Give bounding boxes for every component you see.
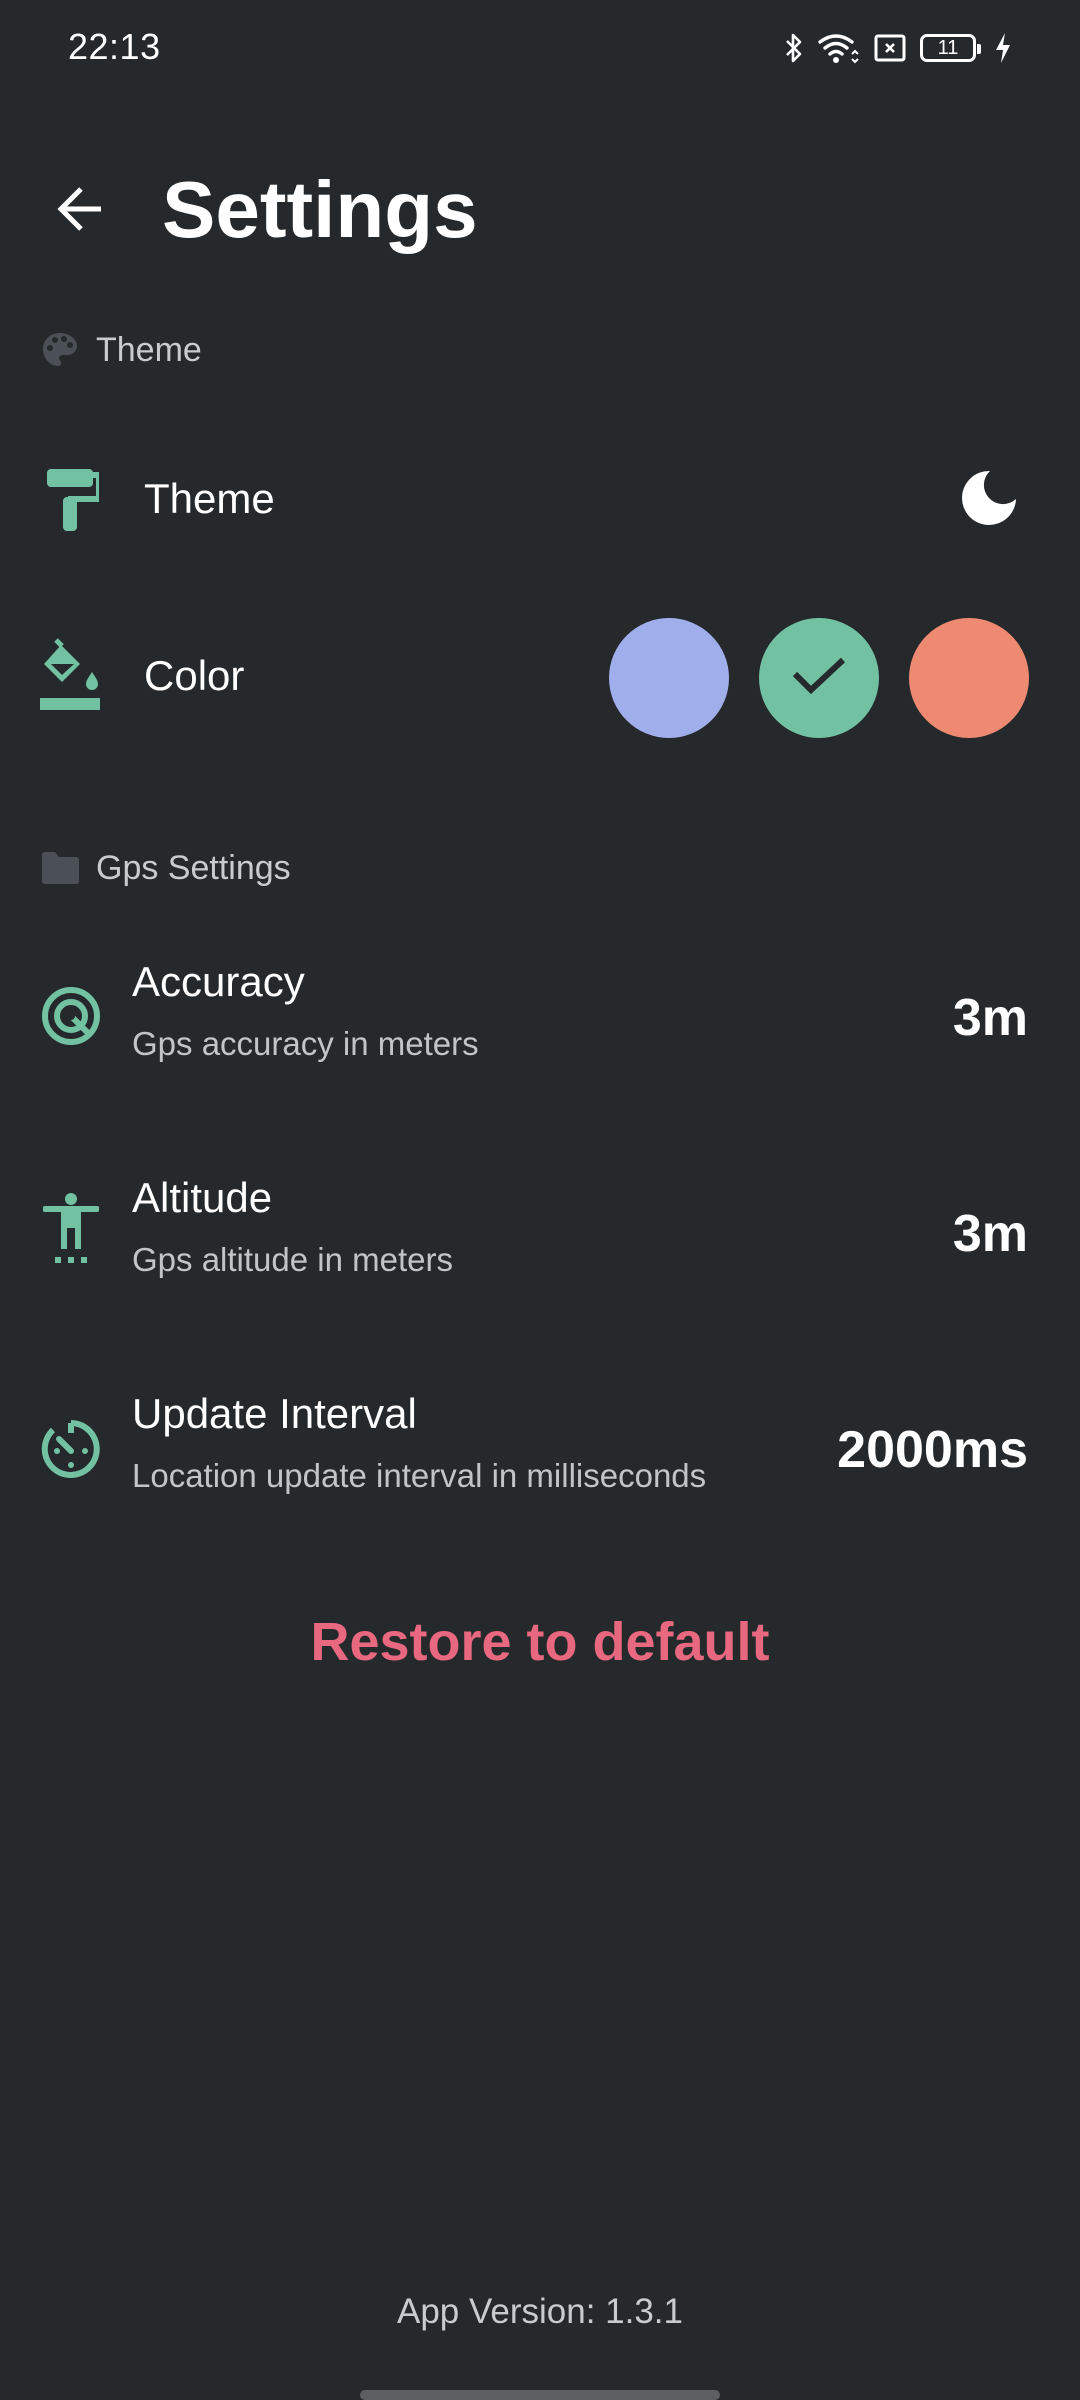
pref-title: Theme xyxy=(144,475,275,522)
timer-interval-icon xyxy=(38,1416,104,1482)
battery-icon: 11 xyxy=(920,34,981,62)
altitude-person-icon xyxy=(38,1193,104,1263)
back-button[interactable] xyxy=(46,176,116,246)
pref-summary: Location update interval in milliseconds xyxy=(132,1457,707,1494)
status-bar: 22:13 11 xyxy=(0,0,1080,96)
folder-icon xyxy=(40,848,80,888)
restore-default-button[interactable]: Restore to default xyxy=(0,1602,1080,1682)
pref-title: Altitude xyxy=(132,1174,273,1221)
pref-altitude[interactable]: Altitude Gps altitude in meters 3m xyxy=(0,1166,1080,1296)
section-label: Gps Settings xyxy=(96,848,291,887)
status-icons: 11 xyxy=(784,30,1012,66)
pref-summary: Gps accuracy in meters xyxy=(132,1025,479,1062)
wifi-icon xyxy=(818,32,860,64)
pref-title: Accuracy xyxy=(132,958,305,1005)
pref-text: Update Interval Location update interval… xyxy=(132,1388,706,1498)
bluetooth-icon xyxy=(784,32,804,64)
pref-value: 3m xyxy=(952,989,1028,1047)
pref-accuracy[interactable]: Accuracy Gps accuracy in meters 3m xyxy=(0,950,1080,1080)
radar-target-icon xyxy=(38,983,104,1049)
no-sim-icon xyxy=(874,34,906,62)
pref-title: Color xyxy=(144,652,245,699)
app-bar: Settings xyxy=(0,150,1080,270)
pref-value: 2000ms xyxy=(837,1421,1028,1479)
battery-level: 11 xyxy=(937,36,959,59)
pref-update-interval[interactable]: Update Interval Location update interval… xyxy=(0,1382,1080,1512)
pref-title: Update Interval xyxy=(132,1390,417,1437)
charging-icon xyxy=(994,32,1012,64)
check-icon xyxy=(791,654,847,703)
format-color-fill-icon xyxy=(38,638,104,710)
arrow-left-icon xyxy=(55,183,107,240)
pref-theme[interactable]: Theme xyxy=(0,450,1080,550)
pref-text: Accuracy Gps accuracy in meters xyxy=(132,956,479,1066)
theme-toggle[interactable] xyxy=(954,465,1024,535)
palette-icon xyxy=(40,330,80,370)
section-header-theme: Theme xyxy=(40,328,202,372)
color-swatch-lavender[interactable] xyxy=(609,618,729,738)
section-header-gps: Gps Settings xyxy=(40,846,291,890)
pref-color: Color xyxy=(0,618,1080,742)
status-time: 22:13 xyxy=(68,26,161,67)
color-swatch-green[interactable] xyxy=(759,618,879,738)
paint-roller-icon xyxy=(38,467,104,533)
pref-text: Altitude Gps altitude in meters xyxy=(132,1172,453,1282)
page-title: Settings xyxy=(162,165,478,254)
pref-value: 3m xyxy=(952,1205,1028,1263)
moon-icon xyxy=(960,469,1018,532)
gesture-nav-handle[interactable] xyxy=(360,2390,720,2400)
app-version: App Version: 1.3.1 xyxy=(396,2292,684,2331)
color-swatches xyxy=(609,618,1029,738)
color-swatch-salmon[interactable] xyxy=(909,618,1029,738)
section-label: Theme xyxy=(96,330,202,369)
pref-summary: Gps altitude in meters xyxy=(132,1241,453,1278)
